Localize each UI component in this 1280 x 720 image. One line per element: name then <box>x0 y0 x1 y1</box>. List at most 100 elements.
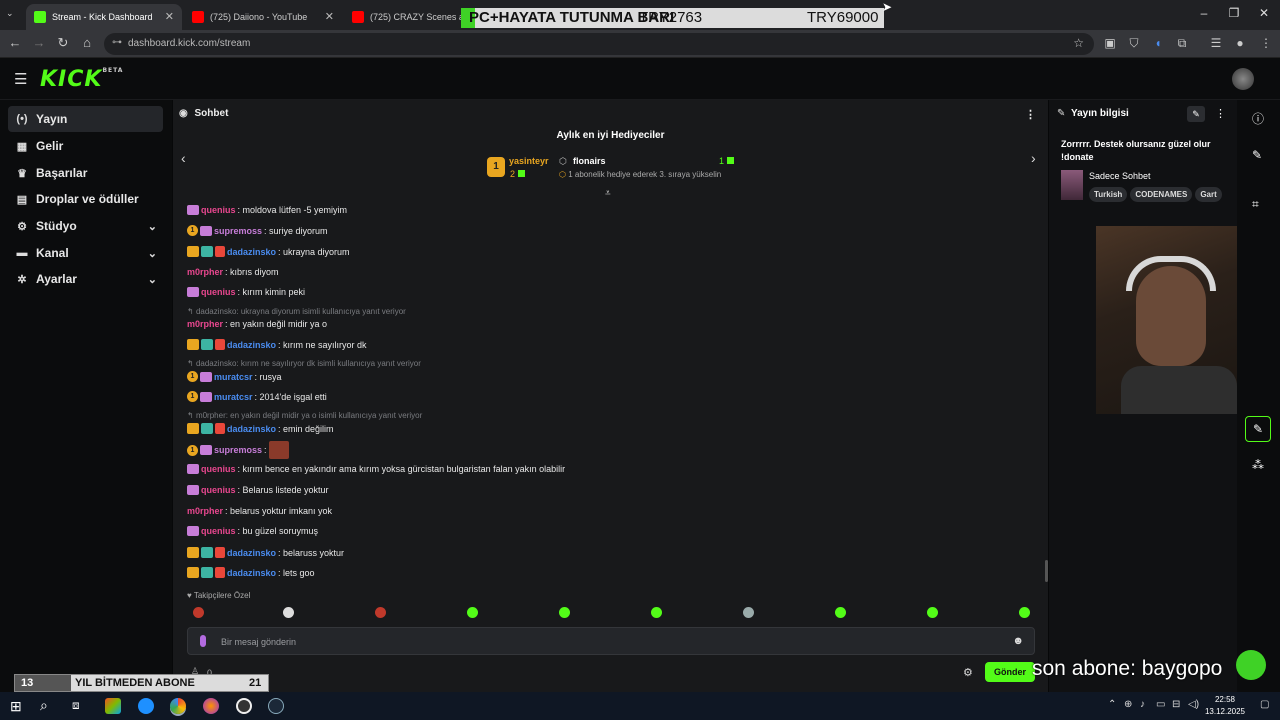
tray-chevron-icon[interactable]: ⌃ <box>1108 699 1116 710</box>
microphone-icon[interactable] <box>200 635 206 647</box>
sidebar-item-yayin[interactable]: (•) Yayın <box>8 106 163 132</box>
send-button[interactable]: Gönder <box>985 662 1035 682</box>
hamburger-menu-icon[interactable]: ☰ <box>14 70 27 88</box>
volume-icon[interactable]: ◁) <box>1188 699 1199 710</box>
reload-icon[interactable]: ↻ <box>54 35 72 51</box>
site-info-icon[interactable]: ⊶ <box>112 37 122 48</box>
emote-green-icon[interactable] <box>651 607 662 618</box>
emote-green-icon[interactable] <box>927 607 938 618</box>
emoji-icon[interactable]: ☻ <box>1012 635 1024 647</box>
search-icon[interactable]: ⌕ <box>40 697 48 714</box>
chat-username[interactable]: quenius <box>201 526 236 536</box>
tab-kick-dashboard[interactable]: Stream - Kick Dashboard ✕ <box>26 4 182 30</box>
avatar[interactable] <box>1232 68 1254 90</box>
shield-icon[interactable]: ⛉ <box>1126 36 1142 51</box>
chat-username[interactable]: dadazinsko <box>227 548 276 558</box>
chat-settings-icon[interactable]: ⚙ <box>963 666 973 679</box>
tab-search-icon[interactable]: ⌄ <box>6 8 14 19</box>
extension-icon[interactable]: ▣ <box>1102 36 1118 50</box>
chat-options-icon[interactable]: ⋮ <box>1025 108 1036 121</box>
sidebar-item-gelir[interactable]: ▦ Gelir <box>8 133 163 159</box>
chevron-left-icon[interactable]: ‹ <box>181 150 186 166</box>
wrench-tool-icon[interactable]: ✎ <box>1245 416 1271 442</box>
emote-green-icon[interactable] <box>467 607 478 618</box>
sidebar-item-kanal[interactable]: ▬ Kanal ⌄ <box>8 240 163 266</box>
edge-icon[interactable] <box>138 698 154 714</box>
minimize-icon[interactable]: – <box>1194 6 1214 20</box>
chat-username[interactable]: dadazinsko <box>227 424 276 434</box>
emote-cup-icon[interactable] <box>193 607 204 618</box>
close-tab-icon[interactable]: ✕ <box>325 10 334 23</box>
sidebar-item-studyo[interactable]: ⚙ Stüdyo ⌄ <box>8 213 163 239</box>
chat-username[interactable]: quenius <box>201 205 236 215</box>
tag-chip[interactable]: CODENAMES <box>1130 187 1193 202</box>
chat-username[interactable]: supremoss <box>214 226 262 236</box>
edit-icon[interactable]: ✎ <box>1187 106 1205 122</box>
forward-icon[interactable]: → <box>30 35 48 50</box>
nodes-icon[interactable]: ⁂ <box>1252 458 1264 472</box>
queue-icon[interactable]: ☰ <box>1208 36 1224 50</box>
emote-glass-icon[interactable] <box>283 607 294 618</box>
clock-date[interactable]: 13.12.2025 <box>1200 707 1250 716</box>
tag-chip[interactable]: Gart <box>1195 187 1222 202</box>
collapse-arrow-icon[interactable]: ⩡ <box>605 188 611 199</box>
emote-green-icon[interactable] <box>835 607 846 618</box>
tray-app-icon[interactable]: ⊕ <box>1124 699 1132 710</box>
menu-icon[interactable]: ⋮ <box>1258 36 1274 50</box>
chat-username[interactable]: dadazinsko <box>227 340 276 350</box>
kick-logo[interactable]: KICKBETA <box>40 67 123 92</box>
emote-green-icon[interactable] <box>1019 607 1030 618</box>
obs-icon[interactable] <box>236 698 252 714</box>
close-window-icon[interactable]: ✕ <box>1254 6 1274 20</box>
chat-message-input[interactable]: Bir mesaj gönderin ☻ <box>187 627 1035 655</box>
chat-username[interactable]: m0rpher <box>187 319 223 329</box>
notification-icon[interactable]: ▢ <box>1260 699 1269 710</box>
chat-scrollbar[interactable] <box>1045 560 1048 582</box>
kick-chat-bubble-icon[interactable] <box>1236 650 1266 680</box>
chat-username[interactable]: dadazinsko <box>227 568 276 578</box>
firefox-icon[interactable] <box>203 698 219 714</box>
microphone-tray-icon[interactable]: ♪ <box>1140 699 1145 710</box>
sidebar-item-droplar[interactable]: ▤ Droplar ve ödüller <box>8 186 163 212</box>
tab-youtube-1[interactable]: (725) Daiiono - YouTube ✕ <box>184 4 342 30</box>
chat-username[interactable]: m0rpher <box>187 506 223 516</box>
network-icon[interactable]: ⊟ <box>1172 699 1180 710</box>
close-tab-icon[interactable]: ✕ <box>165 10 174 23</box>
steam-icon[interactable] <box>268 698 284 714</box>
chat-username[interactable]: muratcsr <box>214 372 253 382</box>
sidebar-item-basarilar[interactable]: ♛ Başarılar <box>8 160 163 186</box>
chat-username[interactable]: dadazinsko <box>227 247 276 257</box>
tag-chip[interactable]: Turkish <box>1089 187 1128 202</box>
emote-red-icon[interactable] <box>375 607 386 618</box>
info-icon[interactable]: ⓘ <box>1252 110 1264 127</box>
clock-time[interactable]: 22:58 <box>1206 695 1244 704</box>
maximize-icon[interactable]: ❐ <box>1224 6 1244 20</box>
profile-icon[interactable]: ● <box>1232 36 1248 50</box>
windows-start-icon[interactable]: ⊞ <box>10 698 22 715</box>
pencil-icon[interactable]: ✎ <box>1252 148 1262 162</box>
camera-tray-icon[interactable]: ▭ <box>1156 699 1165 710</box>
tab-youtube-2[interactable]: (725) CRAZY Scenes and All <box>344 4 462 30</box>
chrome-icon[interactable] <box>170 698 186 714</box>
chevron-right-icon[interactable]: › <box>1031 150 1036 166</box>
url-field[interactable]: ⊶ dashboard.kick.com/stream ☆ <box>104 33 1094 55</box>
bookmark-star-icon[interactable]: ☆ <box>1073 36 1084 50</box>
info-options-icon[interactable]: ⋮ <box>1215 107 1226 120</box>
chat-username[interactable]: supremoss <box>214 445 262 455</box>
crop-icon[interactable]: ⌗ <box>1252 197 1259 212</box>
copilot-icon[interactable] <box>105 698 121 714</box>
chat-username[interactable]: muratcsr <box>214 392 253 402</box>
chat-username[interactable]: quenius <box>201 287 236 297</box>
emote-skull-icon[interactable] <box>743 607 754 618</box>
puzzle-icon[interactable]: ⧉ <box>1174 36 1190 51</box>
task-view-icon[interactable]: ⧈ <box>72 698 80 713</box>
home-icon[interactable]: ⌂ <box>78 35 96 50</box>
emote-green-icon[interactable] <box>559 607 570 618</box>
chat-username[interactable]: m0rpher <box>187 267 223 277</box>
category-thumbnail[interactable] <box>1061 170 1083 200</box>
back-icon[interactable]: ← <box>6 35 24 50</box>
audio-icon[interactable]: ◖ <box>1150 36 1166 50</box>
chat-username[interactable]: quenius <box>201 485 236 495</box>
sidebar-item-ayarlar[interactable]: ✲ Ayarlar ⌄ <box>8 266 163 292</box>
chat-username[interactable]: quenius <box>201 464 236 474</box>
